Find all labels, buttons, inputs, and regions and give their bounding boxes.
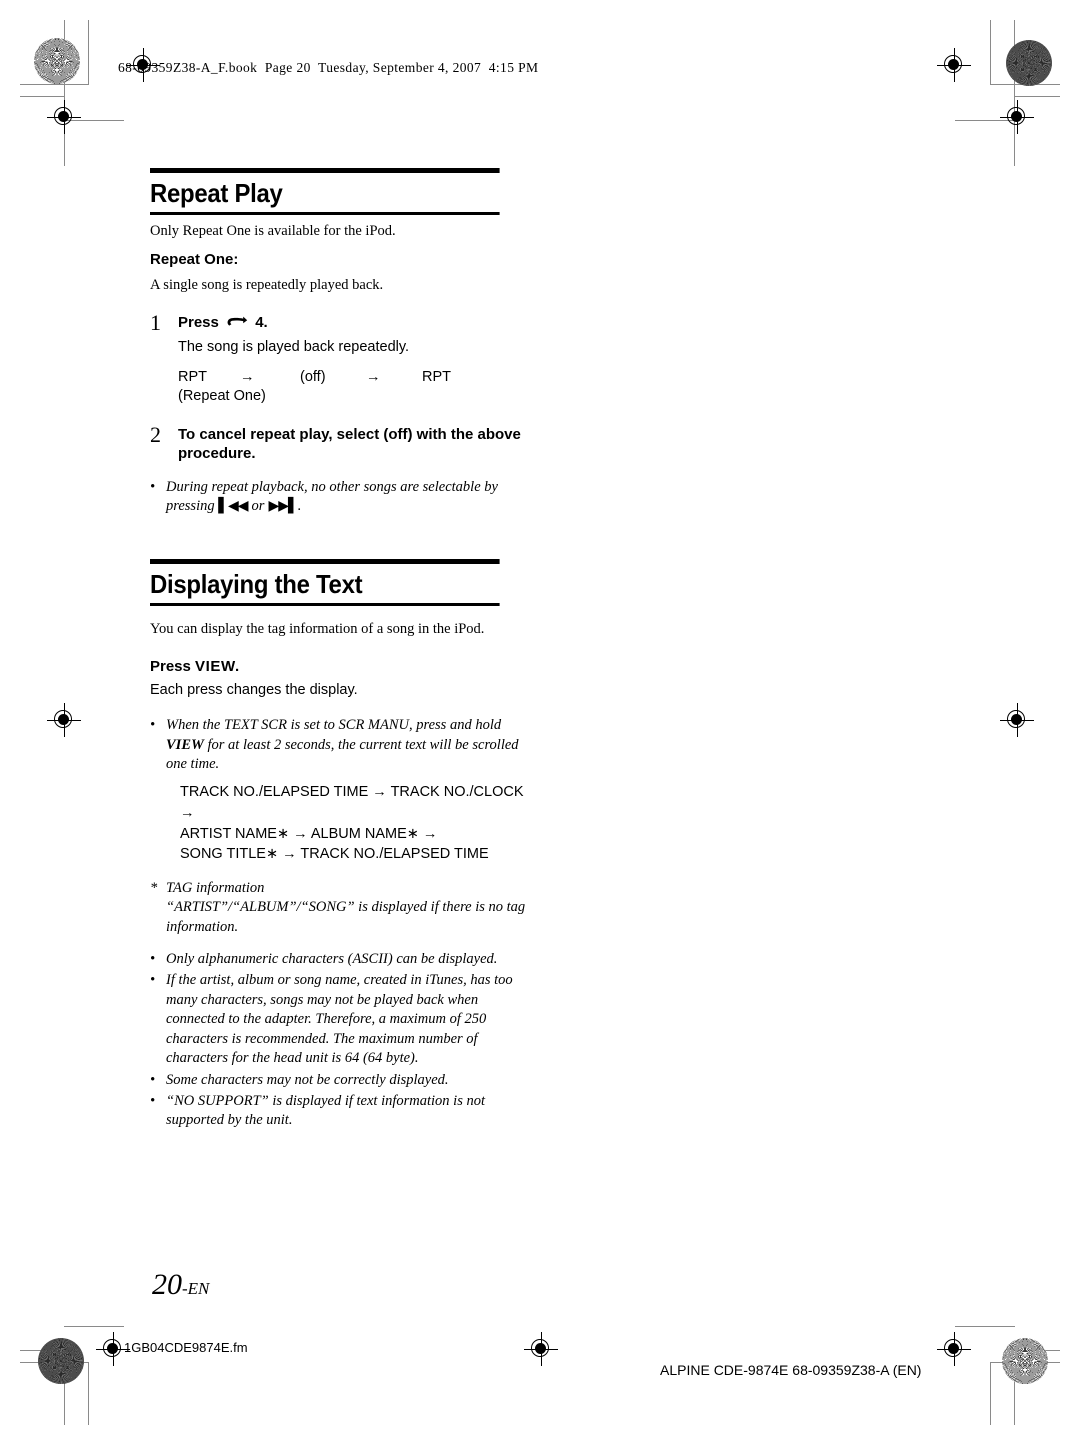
sequence-arrow-icon: → [240, 368, 255, 385]
rosette-calibration-target [1002, 1338, 1048, 1384]
crop-line [990, 1362, 991, 1425]
footnote-line: TAG information [166, 879, 265, 896]
registration-crosshair [47, 100, 81, 134]
bullet-marker: • [150, 972, 156, 989]
crop-line [20, 84, 89, 85]
registration-crosshair [1000, 703, 1034, 737]
sequence-item: RPT [178, 368, 207, 385]
note-item: • If the artist, album or song name, cre… [150, 971, 530, 1068]
view-button-label: VIEW. [195, 657, 240, 675]
previous-track-icon: ▌◀◀ [218, 498, 248, 515]
view-button-reference: VIEW [166, 736, 204, 753]
step-number: 2 [150, 421, 161, 447]
sequence-item: RPT [422, 368, 451, 385]
rosette-calibration-target [1006, 40, 1052, 86]
note-item: • Some characters may not be correctly d… [150, 1071, 530, 1090]
footer-source-file: 1GB04CDE9874E.fm [124, 1340, 248, 1355]
section-title: Repeat Play [150, 168, 500, 216]
note-text-part: . [297, 498, 302, 515]
page-number-suffix: -EN [182, 1279, 210, 1298]
display-sequence-line: TRACK NO./ELAPSED TIME → TRACK NO./CLOCK… [180, 784, 524, 822]
crop-line [64, 1326, 124, 1327]
crop-line [88, 1362, 89, 1425]
footnote-line: “ARTIST”/“ALBUM”/“SONG” is displayed if … [166, 899, 526, 935]
registration-crosshair [937, 48, 971, 82]
footer-document-id: ALPINE CDE-9874E 68-09359Z38-A (EN) [660, 1362, 922, 1378]
press-view-instruction: Press VIEW. [150, 657, 530, 677]
step-item: 2 To cancel repeat play, select (off) wi… [150, 423, 530, 464]
bullet-marker: • [150, 951, 156, 968]
sequence-caption: (Repeat One) [178, 388, 266, 405]
note-item: • When the TEXT SCR is set to SCR MANU, … [150, 716, 530, 774]
file-header-info: 68-09359Z38-A_F.book Page 20 Tuesday, Se… [118, 60, 539, 75]
note-text: During repeat playback, no other songs a… [166, 478, 530, 517]
section-intro: You can display the tag information of a… [150, 620, 485, 637]
rosette-calibration-target [38, 1338, 84, 1384]
step-number: 1 [150, 310, 161, 336]
display-sequence-line: SONG TITLE∗ → TRACK NO./ELAPSED TIME [180, 846, 489, 863]
registration-crosshair [937, 1332, 971, 1366]
step-description: The song is played back repeatedly. [178, 338, 410, 355]
note-item: • “NO SUPPORT” is displayed if text info… [150, 1092, 530, 1131]
bullet-marker: • [150, 1071, 156, 1088]
note-item: • During repeat playback, no other songs… [150, 478, 530, 517]
next-track-icon: ▶▶▌ [268, 498, 298, 515]
step-item: 1 Press 4. The song is played back repea… [150, 311, 530, 406]
display-sequence-list: TRACK NO./ELAPSED TIME → TRACK NO./CLOCK… [180, 782, 530, 864]
registration-crosshair [524, 1332, 558, 1366]
footnote-item: * TAG information “ARTIST”/“ALBUM”/“SONG… [150, 879, 530, 937]
crop-line [1014, 96, 1060, 97]
registration-crosshair [1000, 100, 1034, 134]
crop-line [955, 1326, 1015, 1327]
subsection-description: A single song is repeatedly played back. [150, 277, 384, 294]
page-number-value: 20 [152, 1268, 182, 1301]
page-number: 20-EN [152, 1268, 209, 1302]
note-text: Only alphanumeric characters (ASCII) can… [166, 951, 498, 968]
note-text: “NO SUPPORT” is displayed if text inform… [166, 1092, 486, 1129]
footnote-marker: * [150, 879, 158, 896]
crop-line [88, 20, 89, 84]
press-view-description: Each press changes the display. [150, 682, 358, 699]
note-text: Some characters may not be correctly dis… [166, 1071, 449, 1088]
section-intro: Only Repeat One is available for the iPo… [150, 223, 396, 240]
note-text-part: for at least 2 seconds, the current text… [166, 736, 519, 773]
section-repeat-play: Repeat Play Only Repeat One is available… [150, 168, 530, 517]
note-text-part: When the TEXT SCR is set to SCR MANU, pr… [166, 717, 502, 734]
step-instruction-prefix: Press [178, 314, 219, 332]
note-text: If the artist, album or song name, creat… [166, 972, 513, 1067]
note-text-part: During repeat playback, no other songs a… [166, 478, 498, 515]
repeat-mode-sequence: RPT → (off) → RPT (Repeat One) [178, 368, 530, 407]
bullet-marker: • [150, 1092, 156, 1109]
step-instruction-suffix: 4. [255, 314, 268, 332]
crop-line [20, 96, 65, 97]
note-text: When the TEXT SCR is set to SCR MANU, pr… [166, 716, 530, 774]
note-item: • Only alphanumeric characters (ASCII) c… [150, 950, 530, 969]
section-title: Displaying the Text [150, 558, 500, 606]
rosette-calibration-target [34, 38, 80, 84]
bullet-marker: • [150, 717, 156, 734]
footnote-text: TAG information “ARTIST”/“ALBUM”/“SONG” … [166, 879, 530, 937]
subsection-heading: Repeat One: [150, 250, 239, 268]
display-sequence-line: ARTIST NAME∗ → ALBUM NAME∗ → [180, 825, 438, 842]
section-displaying-the-text: Displaying the Text You can display the … [150, 558, 530, 1131]
repeat-loop-icon [226, 315, 248, 335]
registration-crosshair [47, 703, 81, 737]
step-instruction: To cancel repeat play, select (off) with… [178, 425, 521, 463]
step-instruction: Press 4. [178, 313, 530, 335]
note-conjunction: or [251, 498, 265, 515]
sequence-arrow-icon: → [366, 368, 381, 385]
crop-line [990, 20, 991, 84]
sequence-item: (off) [300, 368, 326, 385]
page-content: Repeat Play Only Repeat One is available… [150, 168, 530, 1135]
bullet-marker: • [150, 478, 156, 495]
press-label: Press [150, 657, 196, 675]
